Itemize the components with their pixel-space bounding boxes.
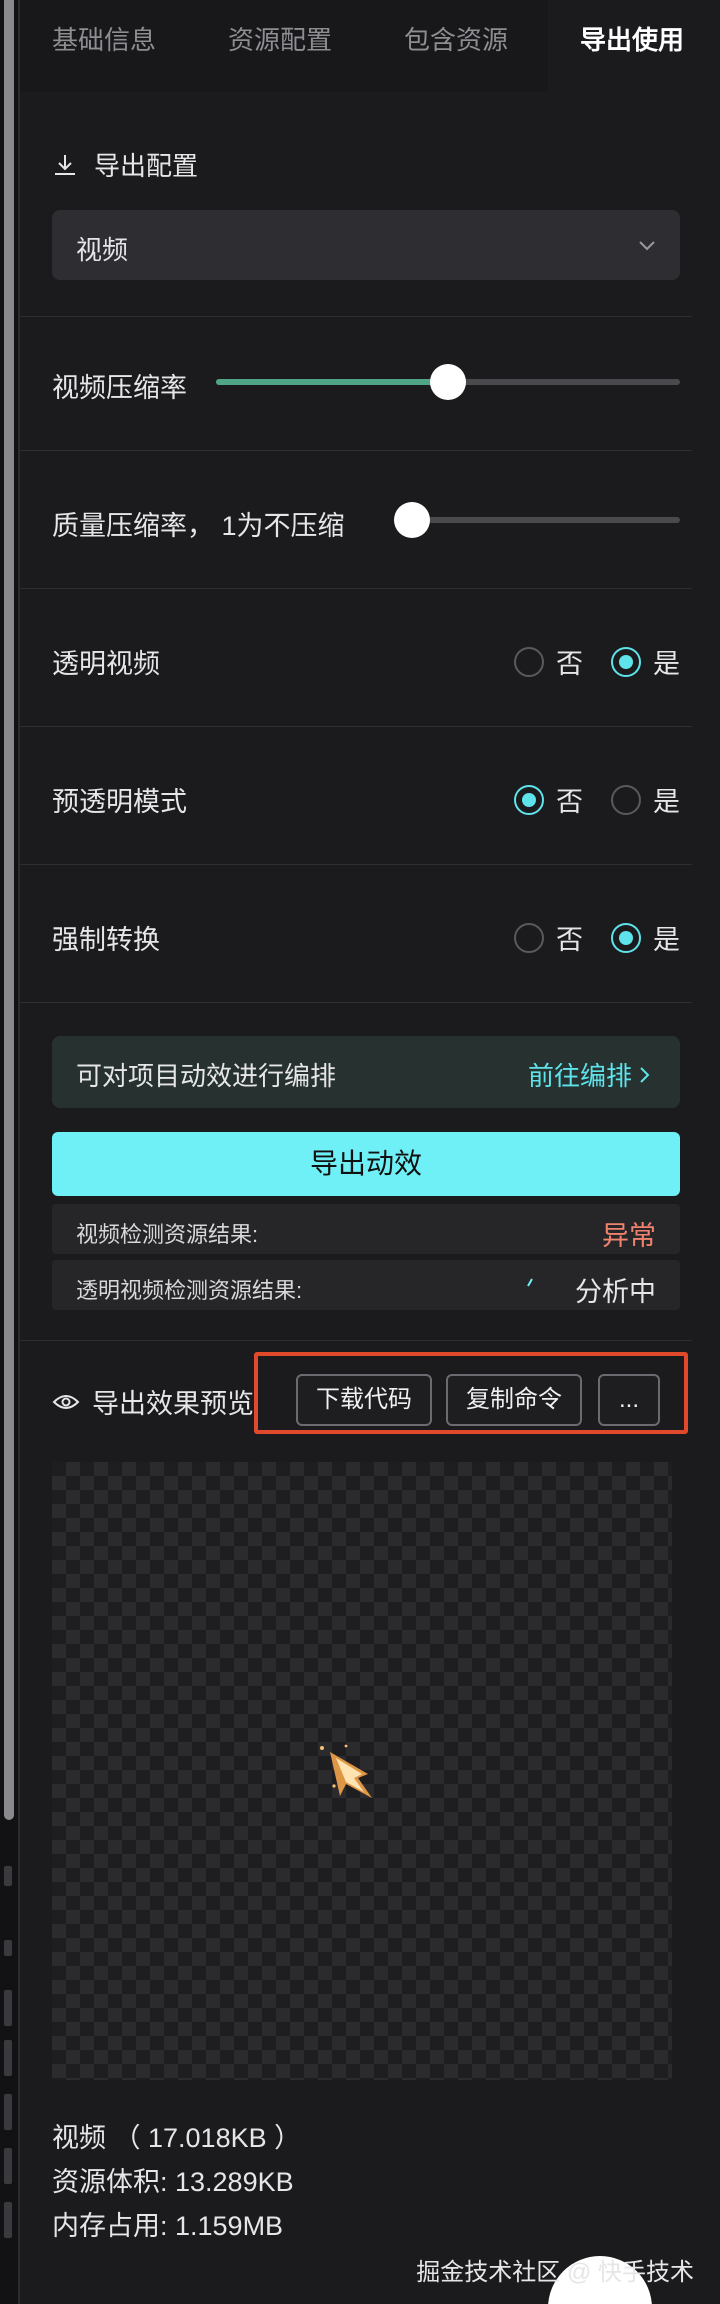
- slider-fill: [216, 379, 448, 385]
- quality-compression-label: 质量压缩率， 1为不压缩: [52, 511, 345, 541]
- tab-included-resources[interactable]: 包含资源: [404, 20, 508, 57]
- effect-preview-sparkle: [320, 1744, 372, 1798]
- video-compression-slider[interactable]: [216, 364, 680, 400]
- radio-no[interactable]: [514, 922, 544, 953]
- radio-yes-label: 是: [653, 925, 680, 955]
- quality-compression-slider[interactable]: [394, 502, 680, 538]
- tab-export-usage[interactable]: 导出使用: [580, 20, 684, 57]
- chevron-right-icon: [640, 1066, 650, 1083]
- file-format-line: 视频 （ 17.018KB ）: [52, 2123, 302, 2153]
- chevron-down-icon: [639, 241, 655, 251]
- download-code-button[interactable]: 下载代码: [296, 1374, 432, 1426]
- radio-no-label: 否: [556, 787, 583, 817]
- preview-heading: 导出效果预览: [52, 1382, 254, 1421]
- result-label: 视频检测资源结果:: [76, 1222, 259, 1247]
- left-marker: [4, 2040, 12, 2076]
- tab-bar: 基础信息 资源配置 包含资源 导出使用: [20, 0, 720, 92]
- go-arrange-label: 前往编排: [527, 1061, 632, 1091]
- tab-basic-info[interactable]: 基础信息: [52, 20, 156, 57]
- radio-yes-label: 是: [653, 649, 680, 679]
- divider: [20, 1002, 692, 1003]
- export-format-select[interactable]: 视频: [52, 210, 680, 280]
- transparent-video-label: 透明视频: [52, 649, 160, 679]
- left-marker: [4, 1940, 12, 1956]
- result-value: 分析中: [575, 1277, 656, 1307]
- divider: [20, 588, 692, 589]
- divider: [20, 450, 692, 451]
- divider: [20, 316, 692, 317]
- left-marker: [4, 2148, 12, 2184]
- memory-usage-line: 内存占用: 1.159MB: [52, 2211, 284, 2241]
- file-size-line: 资源体积: 13.289KB: [52, 2167, 294, 2197]
- left-panel-strip: [0, 0, 20, 2304]
- video-check-result: 视频检测资源结果: 异常: [52, 1204, 680, 1254]
- divider: [20, 864, 692, 865]
- radio-no-label: 否: [556, 649, 583, 679]
- video-compression-label: 视频压缩率: [52, 373, 187, 403]
- copy-command-button[interactable]: 复制命令: [446, 1374, 582, 1426]
- tab-resource-config[interactable]: 资源配置: [228, 20, 332, 57]
- radio-no[interactable]: [514, 784, 544, 815]
- slider-knob[interactable]: [394, 502, 430, 538]
- radio-yes[interactable]: [611, 646, 641, 677]
- left-marker: [4, 2094, 12, 2130]
- result-value: 异常: [602, 1221, 656, 1251]
- left-scrollbar[interactable]: [4, 0, 14, 1820]
- export-config-heading: 导出配置: [52, 146, 198, 183]
- radio-no-label: 否: [556, 925, 583, 955]
- force-convert-label: 强制转换: [52, 925, 160, 955]
- divider: [20, 726, 692, 727]
- loading-spinner-icon: [527, 1278, 533, 1287]
- radio-yes[interactable]: [611, 784, 641, 815]
- force-convert-radio-group: 否 是: [514, 918, 680, 957]
- export-panel: 基础信息 资源配置 包含资源 导出使用 导出配置 视频 视频压缩率 质量压缩率，…: [20, 0, 720, 2304]
- radio-no[interactable]: [514, 646, 544, 677]
- download-icon: [55, 154, 75, 175]
- eye-icon: [52, 1394, 80, 1409]
- premultiplied-alpha-label: 预透明模式: [52, 787, 187, 817]
- arrange-text: 可对项目动效进行编排: [76, 1061, 337, 1091]
- divider: [20, 1340, 692, 1341]
- result-label: 透明视频检测资源结果:: [76, 1278, 303, 1303]
- radio-yes-label: 是: [653, 787, 680, 817]
- transparent-video-check-result: 透明视频检测资源结果: 分析中: [52, 1260, 680, 1310]
- arrange-banner: 可对项目动效进行编排 前往编排: [52, 1036, 680, 1108]
- left-marker: [4, 1990, 12, 2026]
- export-config-title: 导出配置: [94, 151, 199, 181]
- export-effect-button[interactable]: 导出动效: [52, 1132, 680, 1196]
- preview-title: 导出效果预览: [92, 1389, 254, 1419]
- left-marker: [4, 1866, 12, 1886]
- left-marker: [4, 2202, 12, 2238]
- transparent-video-radio-group: 否 是: [514, 642, 680, 681]
- go-arrange-link[interactable]: 前往编排: [528, 1056, 652, 1093]
- more-button[interactable]: ...: [598, 1374, 660, 1426]
- slider-knob[interactable]: [430, 364, 466, 400]
- watermark-text: 掘金技术社区 @ 快手技术: [416, 2259, 694, 2286]
- export-format-value: 视频: [76, 235, 129, 265]
- radio-yes[interactable]: [611, 922, 641, 953]
- premultiplied-alpha-radio-group: 否 是: [514, 780, 680, 819]
